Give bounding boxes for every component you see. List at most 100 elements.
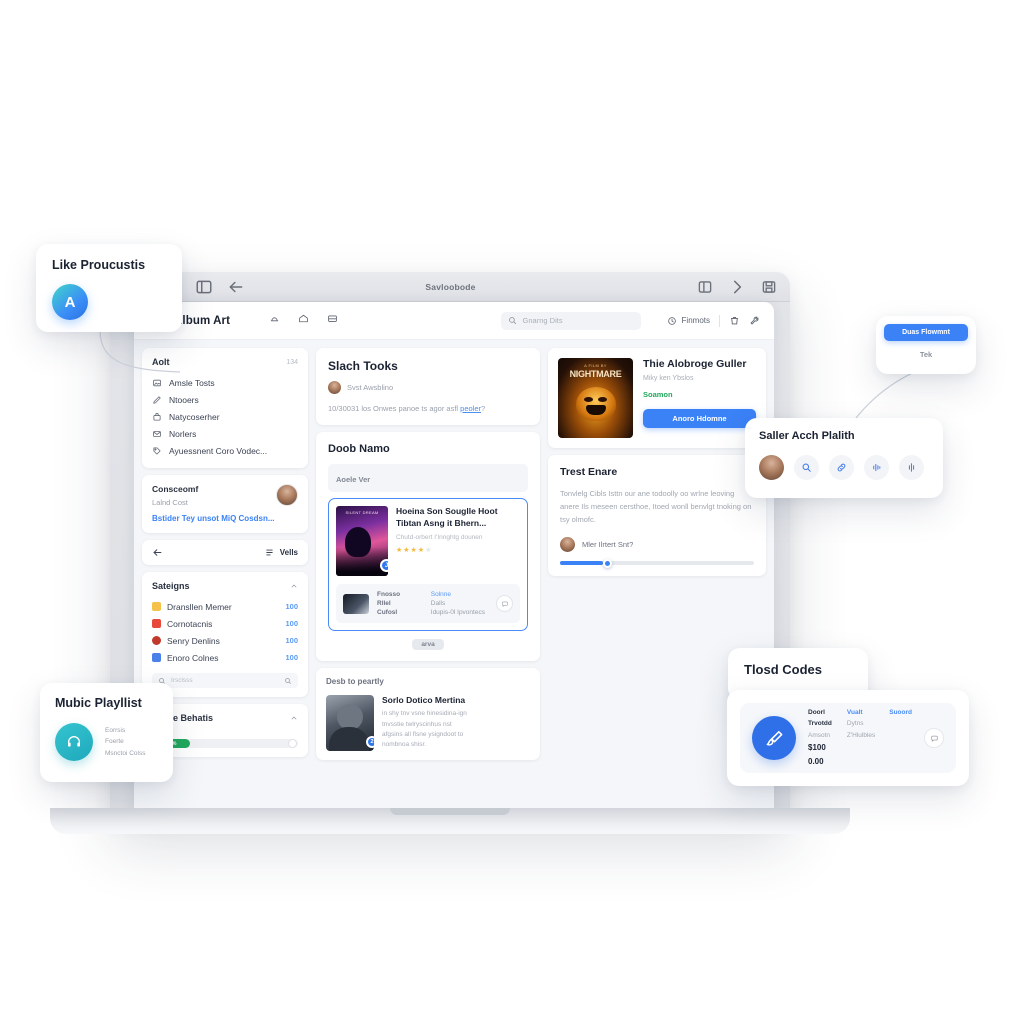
search-submit-icon[interactable] — [284, 677, 292, 685]
sidebar-section-title: Aolt — [152, 357, 170, 367]
note-user: Mler Ilrtert Snt? — [560, 537, 754, 553]
payment-col3-title[interactable]: Suoord — [889, 707, 912, 718]
row-color-swatch — [152, 619, 161, 629]
settings-row[interactable]: Dransllen Memer 100 — [152, 598, 298, 615]
music-card-title: Mubic Playllist — [55, 696, 142, 710]
navrow-label: Vells — [279, 548, 298, 558]
window-title: Savloobode — [425, 281, 476, 292]
notification-icon[interactable] — [268, 312, 281, 330]
save-icon[interactable] — [760, 278, 778, 296]
share-card: Saller Acch Plalith — [745, 418, 943, 498]
status-chip[interactable]: Finmots — [667, 316, 710, 326]
sidebar-profile-card: Consceomf Lalnd Cost Bstider Tey unsot M… — [142, 475, 308, 534]
post-author: Svst Awsblino — [328, 381, 528, 394]
payment-title: Doorl Trvotdd — [808, 708, 832, 728]
slider-knob[interactable] — [602, 558, 612, 568]
note-body: Tonvlelg Cibls Isttn our ane todoolly oo… — [560, 489, 752, 525]
sidebar-search-input[interactable]: Irsclsss — [152, 673, 298, 689]
music-line: Msnctoi Colss — [105, 749, 146, 757]
search-input[interactable]: Gnarng Dits — [500, 311, 641, 330]
back-arrow-icon[interactable] — [152, 547, 163, 558]
settings-row[interactable]: Cornotacnis 100 — [152, 615, 298, 632]
laptop-mockup: Savloobode Album Art Gnarng Dits Finmots… — [50, 272, 850, 834]
post-body-after: ? — [481, 404, 486, 413]
selected-track-item[interactable]: SILENT DREAM J Hoeina Son Souglle Hoot T… — [328, 498, 528, 632]
application-window: Album Art Gnarng Dits Finmots Aolt 134 A… — [134, 302, 774, 812]
wrench-icon[interactable] — [749, 315, 760, 326]
inbox-icon[interactable] — [326, 312, 339, 330]
track-title: Hoeina Son Souglle Hoot Tibtan Asng it B… — [396, 506, 498, 528]
payment-price: $100 0.00 — [808, 743, 826, 767]
row-color-swatch — [152, 602, 161, 612]
tlosd-card-title: Tlosd Codes — [744, 662, 823, 677]
progress-knob[interactable] — [288, 739, 297, 749]
track-detail-panel: Fnosso Solnne Rllel Dalls Cufosl Idupis-… — [336, 584, 520, 624]
user-avatar[interactable] — [759, 455, 784, 480]
promo-button[interactable]: Duas Flowmnt — [884, 324, 968, 341]
sidebar-navrow[interactable]: Vells — [142, 540, 308, 566]
settings-row-label: Dransllen Memer — [167, 601, 232, 612]
layout-icon[interactable] — [696, 278, 714, 296]
section-subbar[interactable]: Aoele Ver — [328, 464, 528, 493]
waveform-icon[interactable] — [864, 455, 889, 480]
settings-row[interactable]: Senry Denlins 100 — [152, 632, 298, 649]
equalizer-icon[interactable] — [899, 455, 924, 480]
subbar-label: Aoele Ver — [336, 475, 371, 485]
section-pill[interactable]: arva — [412, 639, 444, 651]
settings-row[interactable]: Enoro Colnes 100 — [152, 649, 298, 666]
payment-col2-title[interactable]: Vualt — [847, 707, 875, 718]
sidebar-item-label: Natycoserher — [169, 411, 220, 422]
detail-thumbnail — [343, 593, 369, 614]
chevron-up-icon[interactable] — [290, 582, 298, 590]
sidebar-item-amsle-tosts[interactable]: Amsle Tosts — [152, 374, 298, 391]
share-card-title: Saller Acch Plalith — [759, 430, 855, 442]
rating-stars[interactable]: ★★★★★ — [396, 546, 520, 554]
laptop-base — [50, 808, 850, 834]
featured-cta-button[interactable]: Anoro Hdomne — [643, 409, 756, 428]
payment-col2-sub: Dytns — [846, 720, 864, 728]
link-icon[interactable] — [829, 455, 854, 480]
avatar — [560, 537, 575, 553]
profile-title: Consceomf — [152, 484, 199, 494]
person-line: in shy tnv vsne hinesidina-ign — [382, 710, 467, 718]
sidebar-item-ntooers[interactable]: Ntooers — [152, 391, 298, 408]
section-title: Doob Namo — [328, 443, 390, 456]
person-line: afgsins all flsne ysigndoot to — [382, 731, 464, 739]
brush-icon — [752, 716, 796, 760]
search-icon[interactable] — [794, 455, 819, 480]
status-chip-label: Finmots — [681, 316, 710, 325]
list-icon[interactable] — [264, 547, 275, 558]
like-card-avatar: A — [52, 284, 88, 320]
home-icon[interactable] — [297, 312, 310, 330]
sidebar-item-ayuessnent[interactable]: Ayuessnent Coro Vodec... — [152, 442, 298, 459]
sidebar-section-meta: 134 — [286, 358, 298, 366]
detail-value: Idupis-0l Ipvontecs — [430, 609, 485, 617]
settings-title: Sateigns — [152, 581, 190, 592]
sidebar-item-natycoserher[interactable]: Natycoserher — [152, 408, 298, 425]
trash-icon[interactable] — [729, 315, 740, 326]
comment-icon[interactable] — [924, 728, 944, 748]
post-body-link[interactable]: peoler — [460, 404, 481, 413]
chevron-up-icon[interactable] — [290, 714, 298, 722]
settings-row-label: Cornotacnis — [167, 618, 213, 629]
detail-key: Fnosso — [377, 591, 401, 599]
album-art-thumbnail: SILENT DREAM J — [336, 506, 388, 577]
comment-icon[interactable] — [496, 595, 513, 613]
music-line: Eorrsis — [105, 726, 126, 734]
track-subtitle: Chutd-orbert I'Innghtg dounen — [396, 534, 483, 542]
pencil-icon — [153, 395, 161, 404]
section-card: Doob Namo Aoele Ver SILENT DREAM J Hoein… — [316, 432, 540, 662]
sidebar-item-label: Amsle Tosts — [169, 377, 215, 388]
profile-link[interactable]: Bstider Tey unsot MiQ Cosdsn... — [152, 514, 298, 524]
detail-value: Solnne — [430, 591, 452, 599]
divider — [719, 314, 720, 327]
sidebar-item-label: Ayuessnent Coro Vodec... — [169, 445, 268, 456]
list-item[interactable]: 2 Sorlo Dotico Mertina in shy tnv vsne h… — [326, 695, 530, 752]
forward-chevron-icon[interactable] — [728, 278, 746, 296]
settings-row-count: 100 — [285, 619, 298, 629]
playback-slider[interactable] — [560, 558, 754, 568]
progress-slider[interactable]: 62% — [152, 739, 298, 749]
featured-art-face — [575, 386, 616, 421]
image-icon — [153, 379, 161, 386]
sidebar-item-norlers[interactable]: Norlers — [152, 425, 298, 442]
